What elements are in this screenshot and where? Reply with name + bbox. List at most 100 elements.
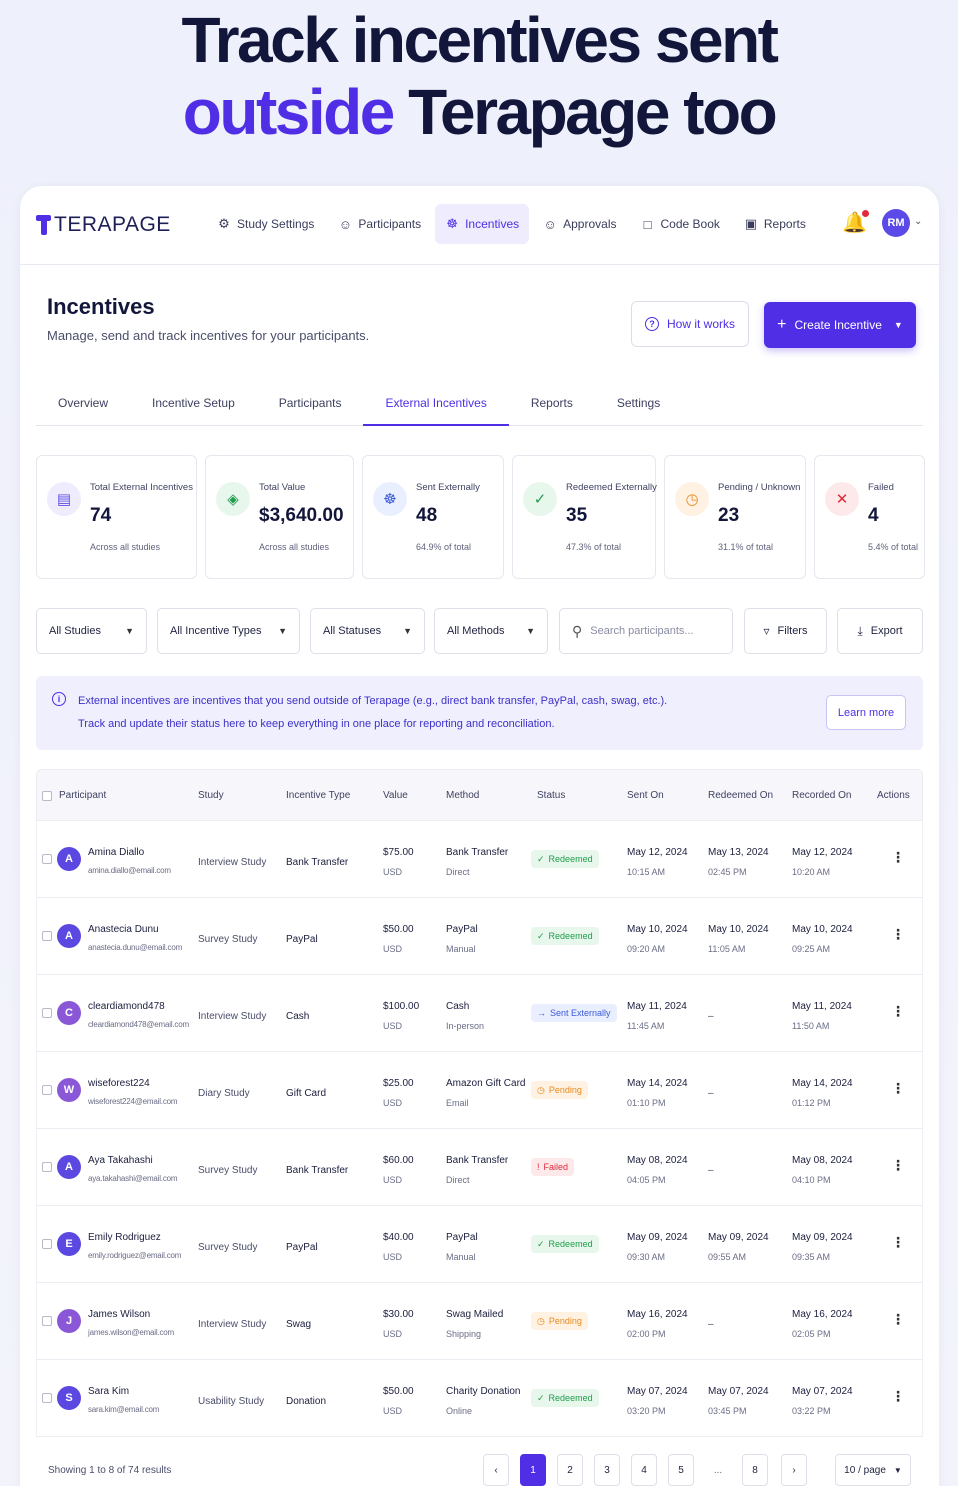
nav-item-incentives[interactable]: ☸ Incentives — [435, 204, 530, 244]
learn-more-button[interactable]: Learn more — [826, 695, 906, 730]
search-input[interactable]: ⚲ Search participants... — [559, 608, 733, 654]
redeemed-on-date: May 13, 2024 — [708, 847, 769, 858]
status-badge: → Sent Externally — [531, 1004, 617, 1022]
page-button-2[interactable]: 2 — [557, 1454, 583, 1486]
per-page-select[interactable]: 10 / page ▼ — [835, 1454, 911, 1486]
table-row[interactable]: J James Wilson james.wilson@email.com Inter… — [36, 1283, 923, 1360]
more-actions-icon[interactable]: ⋮ — [891, 926, 905, 943]
sent-on-time: 10:15 AM — [627, 867, 666, 877]
chevron-down-icon: ▼ — [526, 626, 535, 636]
page-button-8[interactable]: 8 — [742, 1454, 768, 1486]
redeemed-on-time: 03:45 PM — [708, 1406, 747, 1416]
tab-participants[interactable]: Participants — [257, 380, 364, 426]
more-actions-icon[interactable]: ⋮ — [891, 1157, 905, 1174]
money-bag-icon: ◈ — [216, 482, 250, 516]
create-incentive-button[interactable]: + Create Incentive ▼ — [764, 302, 916, 348]
participant-name[interactable]: cleardiamond478 — [88, 1001, 165, 1012]
status-label: Redeemed — [548, 1393, 593, 1403]
column-header-study[interactable]: Study — [198, 790, 224, 801]
next-page-button[interactable]: › — [781, 1454, 807, 1486]
row-checkbox[interactable] — [42, 854, 52, 864]
page-button-4[interactable]: 4 — [631, 1454, 657, 1486]
column-header-participant[interactable]: Participant — [59, 790, 106, 801]
tab-reports[interactable]: Reports — [509, 380, 595, 426]
column-header-redeemed-on[interactable]: Redeemed On — [708, 790, 773, 801]
participant-name[interactable]: Aya Takahashi — [88, 1155, 153, 1166]
methods-select[interactable]: All Methods ▼ — [434, 608, 548, 654]
more-actions-icon[interactable]: ⋮ — [891, 1080, 905, 1097]
column-header-incentive-type[interactable]: Incentive Type — [286, 790, 350, 801]
row-checkbox[interactable] — [42, 931, 52, 941]
row-checkbox[interactable] — [42, 1239, 52, 1249]
nav-item-approvals[interactable]: ☺ Approvals — [533, 204, 626, 244]
more-actions-icon[interactable]: ⋮ — [891, 1003, 905, 1020]
value-cell: $100.00 — [383, 1001, 420, 1012]
nav-items: ⚙ Study Settings ☺ Participants ☸ Incentives ☺… — [207, 204, 816, 244]
table-row[interactable]: Wwiseforest224 wiseforest224@email.com Dia… — [36, 1052, 923, 1129]
column-header-status[interactable]: Status — [537, 790, 565, 801]
column-header-sent-on[interactable]: Sent On — [627, 790, 664, 801]
participant-name[interactable]: James Wilson — [88, 1309, 150, 1320]
row-checkbox[interactable] — [42, 1085, 52, 1095]
user-avatar[interactable]: RM — [882, 209, 910, 237]
page-button-1[interactable]: 1 — [520, 1454, 546, 1486]
participant-name[interactable]: wiseforest224 — [88, 1078, 150, 1089]
participant-name[interactable]: Anastecia Dunu — [88, 924, 159, 935]
previous-page-button[interactable]: ‹ — [483, 1454, 509, 1486]
statuses-select[interactable]: All Statuses ▼ — [310, 608, 425, 654]
more-actions-icon[interactable]: ⋮ — [891, 1234, 905, 1251]
method-detail-cell: Email — [446, 1098, 469, 1108]
table-row[interactable]: E Emily Rodriguez emily.rodriguez@email.co… — [36, 1206, 923, 1283]
nav-item-participants[interactable]: ☺ Participants — [328, 204, 431, 244]
participant-name[interactable]: Sara Kim — [88, 1386, 129, 1397]
participant-name[interactable]: Emily Rodriguez — [88, 1232, 161, 1243]
methods-select-value: All Methods — [447, 625, 505, 637]
chevron-down-icon[interactable]: ⌄ — [914, 216, 922, 227]
stat-note: 64.9% of total — [416, 542, 472, 552]
chevron-down-icon: ▼ — [125, 626, 134, 636]
export-button[interactable]: ⤓ Export — [837, 608, 923, 654]
nav-item-study-settings[interactable]: ⚙ Study Settings — [207, 204, 324, 244]
method-detail-cell: Manual — [446, 1252, 476, 1262]
nav-item-code-book[interactable]: □ Code Book — [631, 204, 730, 244]
nav-item-reports[interactable]: ▣ Reports — [734, 204, 816, 244]
participant-name[interactable]: Amina Diallo — [88, 847, 144, 858]
studies-select[interactable]: All Studies ▼ — [36, 608, 147, 654]
tab-external-incentives[interactable]: External Incentives — [363, 380, 509, 426]
stat-value: 74 — [90, 505, 112, 526]
column-header-recorded-on[interactable]: Recorded On — [792, 790, 851, 801]
column-header-value[interactable]: Value — [383, 790, 408, 801]
bell-icon[interactable]: 🔔 — [842, 210, 869, 235]
tab-incentive-setup[interactable]: Incentive Setup — [130, 380, 257, 426]
table-row[interactable]: Ccleardiamond478 cleardiamond478@email.co… — [36, 975, 923, 1052]
page-button-3[interactable]: 3 — [594, 1454, 620, 1486]
incentive-types-select[interactable]: All Incentive Types ▼ — [157, 608, 300, 654]
sent-on-date: May 11, 2024 — [627, 1001, 687, 1012]
redeemed-status-icon: ✓ — [537, 1238, 545, 1249]
row-checkbox[interactable] — [42, 1162, 52, 1172]
column-header-method[interactable]: Method — [446, 790, 479, 801]
row-checkbox[interactable] — [42, 1008, 52, 1018]
gear-icon: ⚙ — [218, 216, 230, 231]
table-row[interactable]: A Aya Takahashi aya.takahashi@email.com Sur… — [36, 1129, 923, 1206]
table-row[interactable]: S Sara Kim sara.kim@email.com Usability Stu… — [36, 1360, 923, 1437]
row-checkbox[interactable] — [42, 1393, 52, 1403]
incentive-type-cell: Swag — [286, 1319, 312, 1330]
table-row[interactable]: A Amina Diallo amina.diallo@email.com Inter… — [36, 821, 923, 898]
how-it-works-button[interactable]: ? How it works — [631, 301, 749, 347]
table-row[interactable]: A Anastecia Dunu anastecia.dunu@email.com S… — [36, 898, 923, 975]
page-button-5[interactable]: 5 — [668, 1454, 694, 1486]
incentives-table: Participant Study Incentive Type Value Metho… — [36, 769, 923, 1437]
more-actions-icon[interactable]: ⋮ — [891, 1311, 905, 1328]
row-checkbox[interactable] — [42, 1316, 52, 1326]
more-actions-icon[interactable]: ⋮ — [891, 849, 905, 866]
terapage-logo[interactable]: TERAPAGE — [36, 213, 171, 237]
redeemed-on-empty: – — [708, 1165, 714, 1176]
recorded-on-date: May 10, 2024 — [792, 924, 853, 935]
tab-overview[interactable]: Overview — [36, 380, 130, 426]
pending-status-icon: ◷ — [537, 1084, 545, 1095]
tab-settings[interactable]: Settings — [595, 380, 682, 426]
more-actions-icon[interactable]: ⋮ — [891, 1388, 905, 1405]
filters-button[interactable]: ▿ Filters — [744, 608, 827, 654]
select-all-checkbox[interactable] — [42, 791, 52, 801]
